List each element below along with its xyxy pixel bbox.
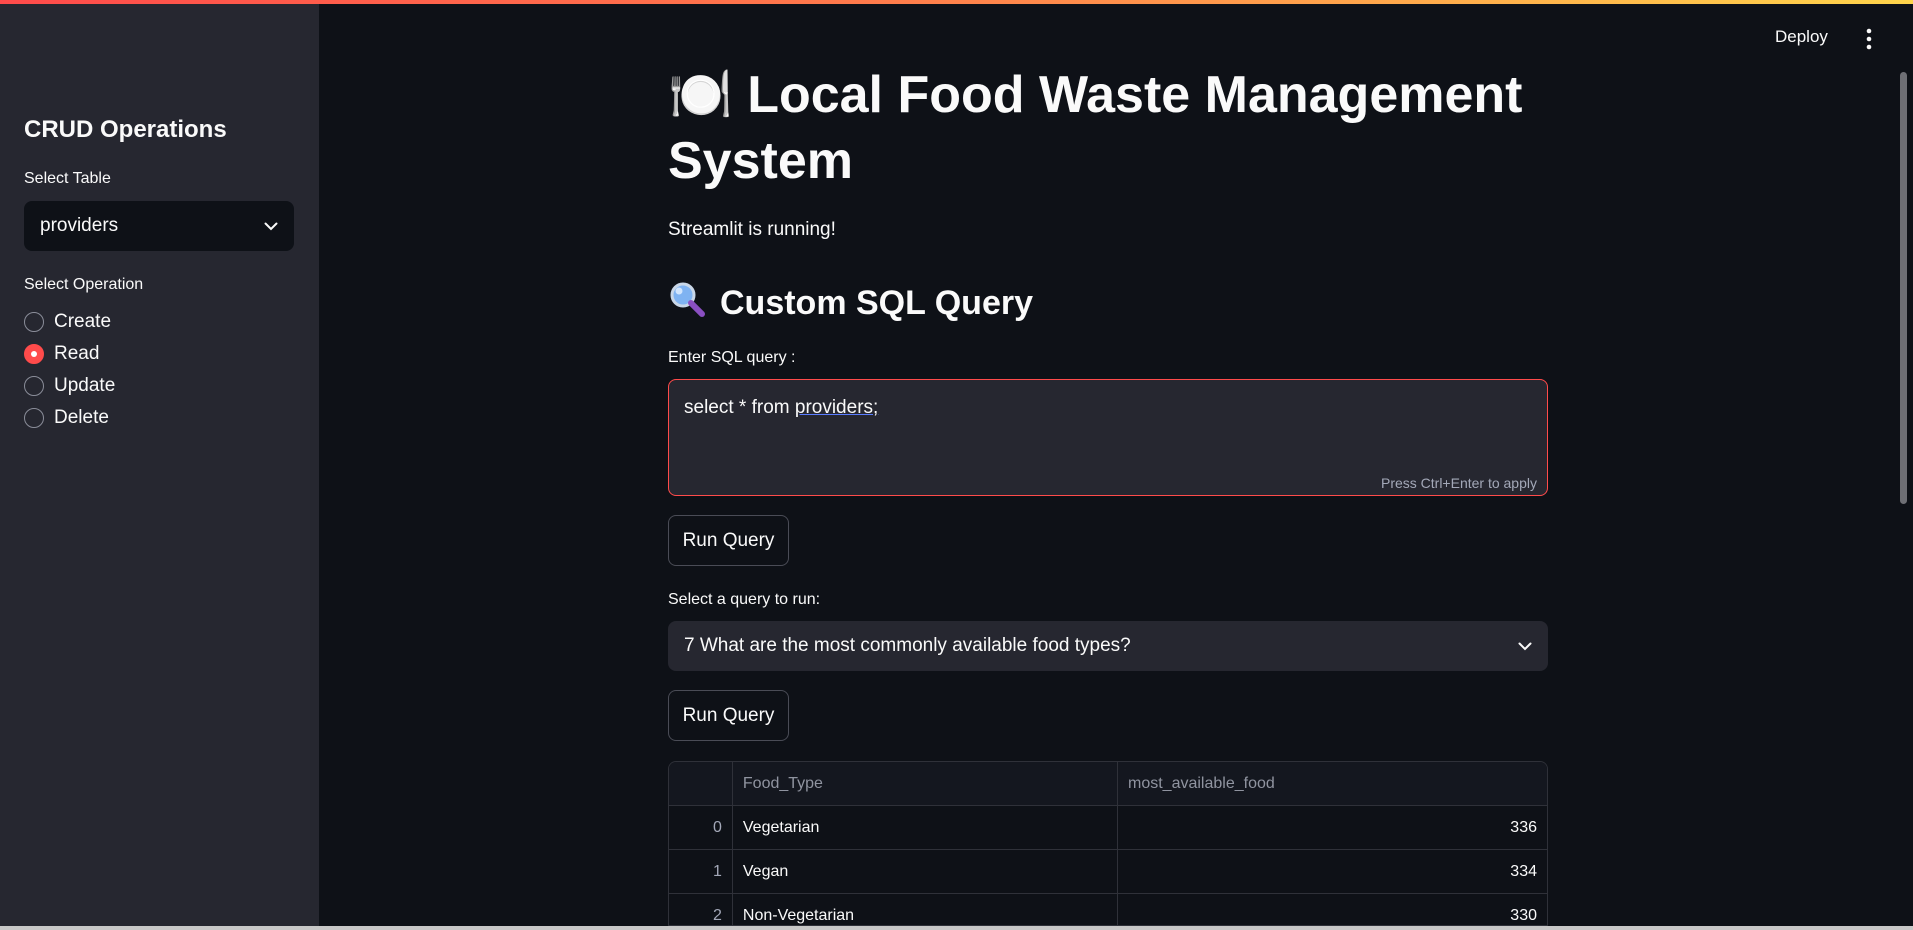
table-row: 2 Non-Vegetarian 330 bbox=[669, 894, 1547, 925]
column-header-index bbox=[669, 762, 733, 805]
page-scrollbar[interactable] bbox=[1900, 72, 1907, 504]
chevron-down-icon bbox=[264, 222, 278, 231]
table-cell[interactable]: 336 bbox=[1118, 806, 1547, 849]
table-cell[interactable]: 334 bbox=[1118, 850, 1547, 893]
sql-query-value: select * from providers; bbox=[684, 397, 878, 419]
table-header-row: Food_Type most_available_food bbox=[669, 762, 1547, 806]
column-header[interactable]: most_available_food bbox=[1118, 762, 1547, 805]
table-row: 1 Vegan 334 bbox=[669, 850, 1547, 894]
select-table-label: Select Table bbox=[24, 170, 111, 187]
section-heading: Custom SQL Query bbox=[668, 280, 1033, 327]
radio-label: Update bbox=[54, 375, 116, 396]
table-cell[interactable]: Vegetarian bbox=[733, 806, 1118, 849]
radio-read[interactable]: Read bbox=[24, 338, 115, 370]
magnifier-icon bbox=[668, 280, 706, 327]
section-heading-text: Custom SQL Query bbox=[720, 284, 1033, 322]
radio-label: Read bbox=[54, 343, 100, 364]
column-header[interactable]: Food_Type bbox=[733, 762, 1118, 805]
table-cell[interactable]: 330 bbox=[1118, 894, 1547, 925]
status-text: Streamlit is running! bbox=[668, 219, 836, 240]
table-select[interactable]: providers bbox=[24, 201, 294, 251]
select-operation-label: Select Operation bbox=[24, 276, 144, 293]
window-bottom-edge bbox=[0, 926, 1913, 930]
results-table[interactable]: Food_Type most_available_food 0 Vegetari… bbox=[668, 761, 1548, 926]
run-query-button-2[interactable]: Run Query bbox=[668, 690, 789, 741]
sidebar-title: CRUD Operations bbox=[24, 116, 227, 143]
row-index: 0 bbox=[669, 806, 733, 849]
table-row: 0 Vegetarian 336 bbox=[669, 806, 1547, 850]
radio-button-icon bbox=[24, 376, 44, 396]
radio-label: Create bbox=[54, 311, 112, 332]
query-select-label: Select a query to run: bbox=[668, 591, 821, 608]
chevron-down-icon bbox=[1518, 642, 1532, 651]
radio-create[interactable]: Create bbox=[24, 306, 115, 338]
sql-query-textarea[interactable]: select * from providers; Press Ctrl+Ente… bbox=[668, 379, 1548, 496]
radio-delete[interactable]: Delete bbox=[24, 402, 115, 434]
sql-query-word: providers; bbox=[794, 397, 879, 418]
vertical-dots-icon[interactable] bbox=[1864, 26, 1874, 57]
operation-radio-group: Create Read Update Delete bbox=[24, 306, 115, 434]
sidebar: CRUD Operations Select Table providers S… bbox=[0, 0, 319, 926]
row-index: 2 bbox=[669, 894, 733, 925]
radio-button-icon bbox=[24, 312, 44, 332]
deploy-button[interactable]: Deploy bbox=[1775, 27, 1828, 47]
row-index: 1 bbox=[669, 850, 733, 893]
table-cell[interactable]: Vegan bbox=[733, 850, 1118, 893]
query-select-value: 7 What are the most commonly available f… bbox=[684, 635, 1131, 656]
radio-button-checked-icon bbox=[24, 344, 44, 364]
sql-query-prefix: select * from bbox=[684, 397, 795, 418]
sql-hint: Press Ctrl+Enter to apply bbox=[1380, 475, 1537, 491]
table-cell[interactable]: Non-Vegetarian bbox=[733, 894, 1118, 925]
radio-label: Delete bbox=[54, 407, 109, 428]
sql-query-label: Enter SQL query : bbox=[668, 349, 796, 366]
query-select[interactable]: 7 What are the most commonly available f… bbox=[668, 621, 1548, 671]
table-select-value: providers bbox=[40, 215, 119, 236]
page-title: 🍽️ Local Food Waste Management System bbox=[668, 66, 1523, 190]
run-query-button[interactable]: Run Query bbox=[668, 515, 789, 566]
radio-update[interactable]: Update bbox=[24, 370, 115, 402]
top-decoration-bar bbox=[0, 0, 1913, 4]
radio-button-icon bbox=[24, 408, 44, 428]
